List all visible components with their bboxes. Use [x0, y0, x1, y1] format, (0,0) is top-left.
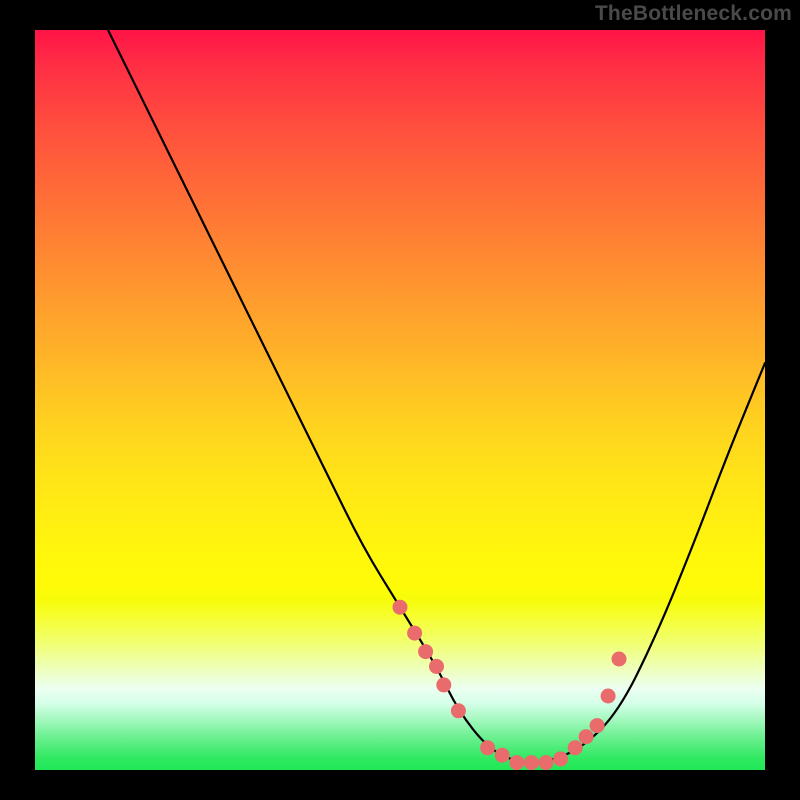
line-series	[108, 30, 765, 763]
data-point	[612, 652, 627, 667]
chart-frame: TheBottleneck.com	[0, 0, 800, 800]
data-point	[579, 729, 594, 744]
data-point	[568, 740, 583, 755]
data-point	[495, 748, 510, 763]
data-point	[509, 755, 524, 770]
data-point	[601, 689, 616, 704]
data-point	[524, 755, 539, 770]
data-point	[451, 703, 466, 718]
scatter-points	[393, 600, 627, 770]
data-point	[539, 755, 554, 770]
data-point	[407, 626, 422, 641]
watermark-label: TheBottleneck.com	[595, 2, 792, 26]
data-point	[590, 718, 605, 733]
data-point	[436, 677, 451, 692]
data-point	[480, 740, 495, 755]
data-point	[418, 644, 433, 659]
data-point	[429, 659, 444, 674]
chart-svg	[35, 30, 765, 770]
data-point	[553, 751, 568, 766]
curve-line	[108, 30, 765, 763]
data-point	[393, 600, 408, 615]
plot-area	[35, 30, 765, 770]
